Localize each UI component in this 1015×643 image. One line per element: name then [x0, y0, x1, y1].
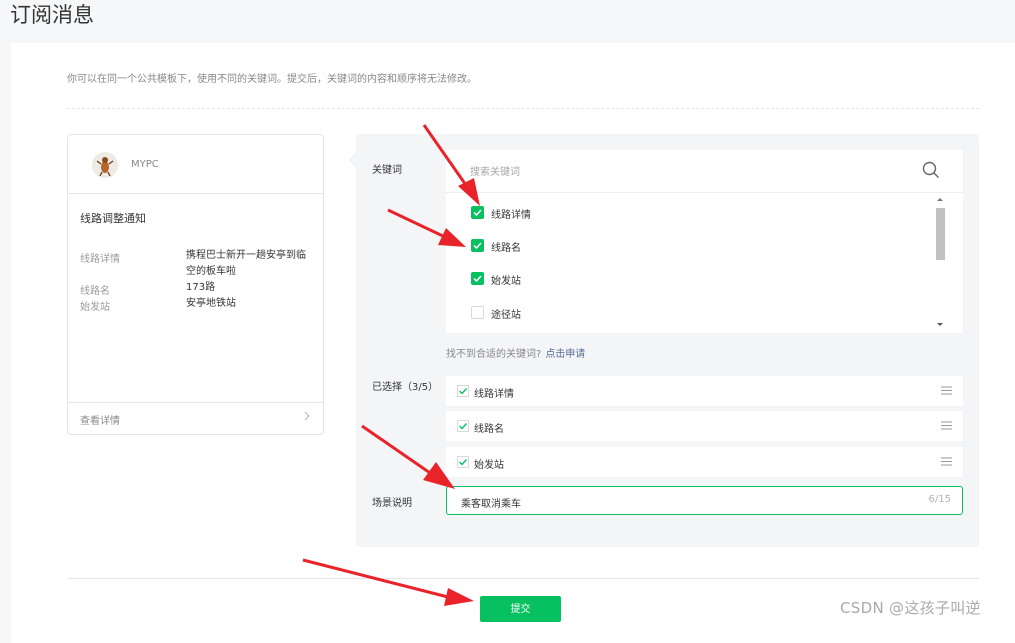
checkbox-checked-icon[interactable] — [457, 420, 469, 432]
scroll-down-icon[interactable] — [934, 318, 946, 330]
selected-keyword-label: 线路名 — [474, 424, 504, 435]
search-icon[interactable] — [922, 161, 940, 179]
field-value: 安亭地铁站 — [186, 298, 236, 309]
message-title: 线路调整通知 — [80, 212, 146, 225]
selected-label: 已选择（3/5） — [372, 382, 439, 393]
keyword-option-label: 线路详情 — [491, 210, 531, 221]
chevron-right-icon — [304, 412, 310, 420]
keyword-option-label: 线路名 — [491, 243, 521, 254]
checkbox-checked-icon[interactable] — [471, 272, 484, 285]
drag-handle-icon[interactable] — [941, 421, 952, 430]
char-counter: 6/15 — [928, 494, 951, 505]
field-key: 始发站 — [80, 302, 110, 313]
keyword-option-label: 始发站 — [491, 276, 521, 287]
card-header: MYPC — [68, 135, 323, 194]
field-value: 携程巴士新开一趟安亭到临空的板车啦 — [186, 250, 306, 277]
drag-handle-icon[interactable] — [941, 457, 952, 466]
keyword-not-found: 找不到合适的关键词? 点击申请 — [446, 345, 585, 360]
checkbox-unchecked-icon[interactable] — [471, 306, 484, 319]
page-title: 订阅消息 — [10, 3, 94, 27]
selected-keyword-label: 始发站 — [474, 460, 504, 471]
drag-handle-icon[interactable] — [941, 386, 952, 395]
watermark: CSDN @这孩子叫逆 — [840, 599, 981, 617]
scene-input[interactable] — [459, 493, 883, 511]
account-name: MYPC — [131, 159, 159, 170]
keywords-label: 关键词 — [372, 165, 402, 176]
avatar — [92, 152, 118, 178]
search-input[interactable] — [468, 162, 892, 182]
selected-keyword-row[interactable]: 线路详情 — [446, 376, 963, 406]
scene-description-field[interactable]: 6/15 — [446, 486, 963, 515]
apply-keyword-link[interactable]: 点击申请 — [545, 349, 585, 360]
checkbox-checked-icon[interactable] — [471, 206, 484, 219]
intro-text: 你可以在同一个公共模板下，使用不同的关键词。提交后，关键词的内容和顺序将无法修改… — [67, 74, 477, 85]
view-details-label: 查看详情 — [80, 416, 120, 427]
divider — [67, 108, 979, 109]
field-value: 173路 — [186, 282, 216, 293]
keyword-search — [446, 150, 963, 193]
checkbox-checked-icon[interactable] — [457, 385, 469, 397]
form-pointer — [348, 152, 356, 168]
not-found-text: 找不到合适的关键词? — [446, 349, 542, 360]
selected-keyword-label: 线路详情 — [474, 389, 514, 400]
message-preview-card: MYPC 线路调整通知 线路详情 携程巴士新开一趟安亭到临空的板车啦 线路名 1… — [67, 134, 324, 435]
keyword-picker: 线路详情 线路名 始发站 途径站 — [446, 150, 963, 333]
keyword-scrollbar[interactable] — [934, 194, 946, 330]
keyword-option-label: 途径站 — [491, 310, 521, 321]
checkbox-checked-icon[interactable] — [471, 239, 484, 252]
selected-keyword-row[interactable]: 线路名 — [446, 411, 963, 441]
submit-button[interactable]: 提交 — [480, 596, 561, 622]
view-details-link[interactable]: 查看详情 — [68, 402, 323, 434]
scroll-up-icon[interactable] — [934, 194, 946, 206]
field-key: 线路详情 — [80, 254, 120, 265]
field-key: 线路名 — [80, 286, 110, 297]
checkbox-checked-icon[interactable] — [457, 456, 469, 468]
scene-label: 场景说明 — [372, 498, 412, 509]
scroll-thumb[interactable] — [936, 208, 945, 260]
selected-keyword-row[interactable]: 始发站 — [446, 447, 963, 477]
footer-divider — [67, 578, 979, 579]
